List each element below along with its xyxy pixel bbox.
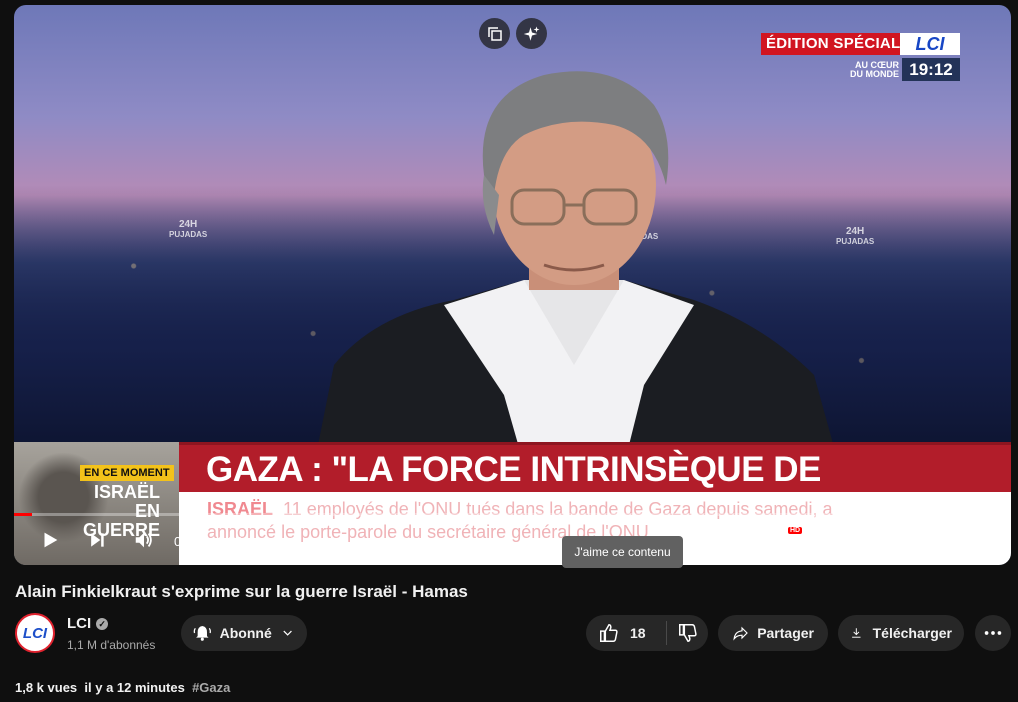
edition-speciale-label: ÉDITION SPÉCIALE — [761, 33, 916, 55]
subscriber-count: 1,1 M d'abonnés — [67, 638, 156, 652]
like-tooltip: J'aime ce contenu — [562, 536, 683, 568]
time-display: 0:21 / 19:50 — [174, 534, 243, 549]
program-label: AU CŒUR DU MONDE — [850, 60, 899, 79]
check-icon: ✓ — [96, 617, 109, 630]
subscribed-button[interactable]: Abonné — [181, 615, 307, 651]
miniplayer-button[interactable] — [479, 18, 510, 49]
like-button[interactable]: 18 — [586, 622, 666, 644]
ticker-tag: ISRAËL — [207, 499, 274, 519]
next-button[interactable] — [85, 528, 109, 552]
channel-name[interactable]: LCI ✓ — [67, 615, 109, 632]
ticker-text-1: 11 employés de l'ONU tués dans la bande … — [283, 499, 833, 519]
progress-fill — [14, 513, 32, 516]
download-button[interactable]: Télécharger — [838, 615, 964, 651]
video-title: Alain Finkielkraut s'exprime sur la guer… — [15, 582, 468, 601]
en-ce-moment-badge: EN CE MOMENT — [80, 465, 174, 481]
volume-icon — [135, 532, 152, 548]
speaker-image — [314, 71, 839, 465]
more-icon — [984, 631, 1002, 635]
thumbs-down-icon — [678, 624, 697, 642]
volume-button[interactable] — [132, 528, 156, 552]
broadcast-clock: 19:12 — [902, 58, 960, 81]
chevron-down-icon — [283, 630, 292, 636]
more-actions-button[interactable] — [975, 615, 1011, 651]
next-icon — [91, 533, 104, 547]
progress-bar[interactable] — [14, 513, 998, 516]
copy-icon — [487, 26, 502, 41]
lci-logo: LCI — [900, 33, 960, 55]
thumbs-up-icon — [600, 624, 618, 642]
sparkle-icon — [523, 26, 539, 41]
share-button[interactable]: Partager — [718, 615, 828, 651]
download-icon — [852, 628, 861, 638]
bell-icon — [193, 626, 211, 641]
ai-summary-button[interactable] — [516, 18, 547, 49]
channel-avatar[interactable]: LCI — [15, 613, 55, 653]
video-player[interactable]: 24HPUJADAS 24HPUJADAS 24HPUJADAS ÉDITION… — [14, 5, 1011, 565]
like-dislike-group: 18 — [586, 615, 708, 651]
hashtag-link[interactable]: #Gaza — [192, 680, 230, 695]
upload-age: il y a 12 minutes — [84, 680, 185, 695]
headline-banner: GAZA : "LA FORCE INTRINSÈQUE DE L'ISLAMI… — [179, 442, 1011, 539]
video-metadata[interactable]: 1,8 k vues il y a 12 minutes #Gaza — [15, 680, 230, 695]
watermark-left: 24H PUJADAS — [169, 219, 208, 240]
play-icon — [44, 532, 58, 548]
play-button[interactable] — [38, 528, 62, 552]
share-icon — [733, 626, 748, 641]
dislike-button[interactable] — [667, 622, 708, 644]
view-count: 1,8 k vues — [15, 680, 78, 695]
hd-badge: HD — [788, 527, 803, 534]
